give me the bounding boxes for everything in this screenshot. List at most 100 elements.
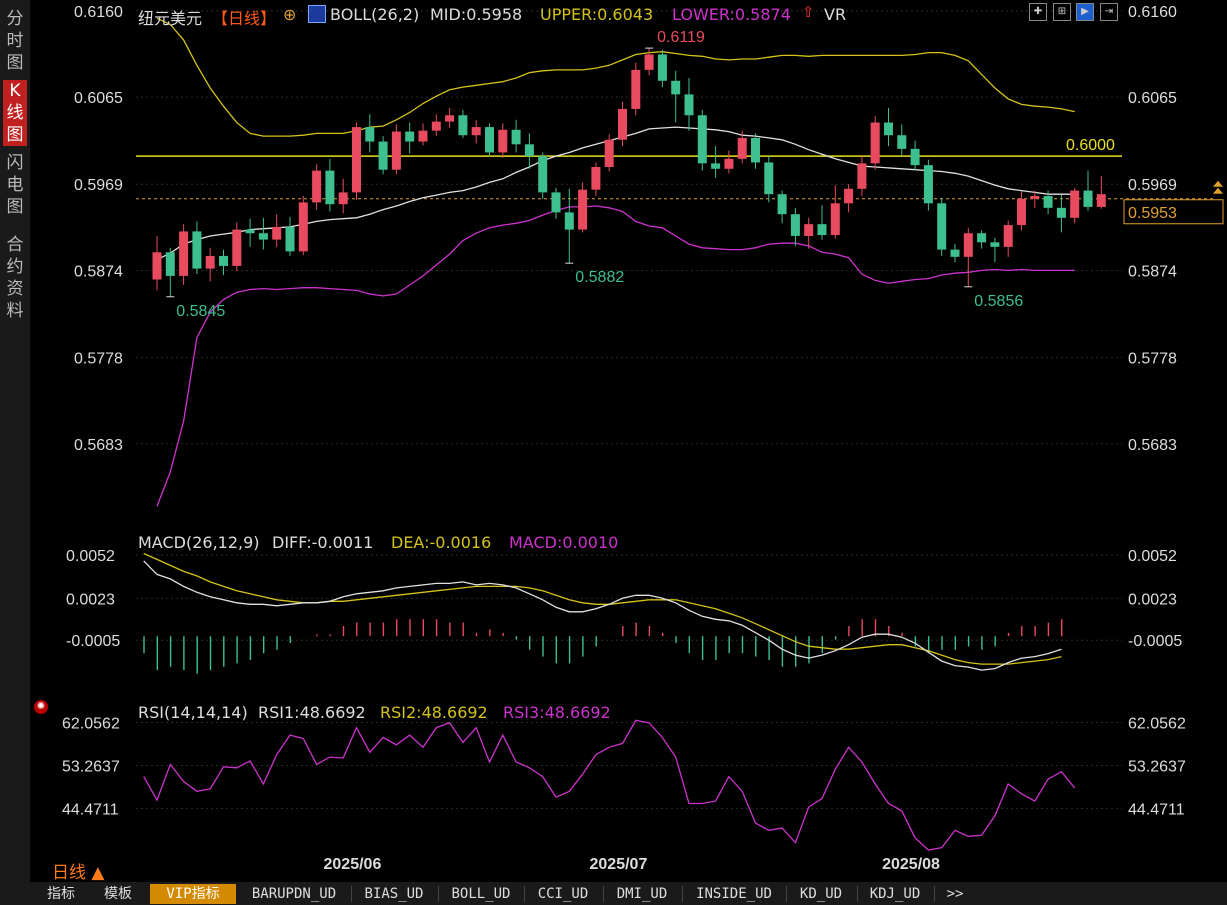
layout-icon[interactable]: ⊞ (1053, 3, 1071, 21)
rsi-tick-label-left: 53.2637 (62, 759, 120, 776)
tab-kdj-ud[interactable]: KDJ_UD (860, 884, 930, 904)
candle-body (498, 129, 508, 153)
candle-body (232, 229, 242, 266)
rsi-tick-label-right: 44.4711 (1128, 802, 1185, 819)
tab-separator (682, 886, 683, 902)
y-axis-tick-label-left: 0.5683 (74, 437, 123, 454)
candle-body (352, 127, 361, 193)
candle-body (671, 80, 681, 95)
candle-body (657, 54, 667, 81)
tab-more[interactable]: >> (940, 884, 970, 904)
y-axis-tick-label-left: 0.5778 (74, 351, 123, 368)
up-arrow-icon[interactable]: ⇧ (802, 3, 815, 21)
tab-inside-ud[interactable]: INSIDE_UD (685, 884, 783, 904)
tab-separator (603, 886, 604, 902)
candle-body (1096, 194, 1106, 207)
candle-body (538, 156, 548, 193)
candle-body (817, 224, 827, 236)
macd-dea-value: DEA:-0.0016 (391, 533, 492, 552)
candle-body (1056, 207, 1066, 218)
macd-tick-label-right: -0.0005 (1128, 633, 1182, 650)
candle-body (312, 170, 322, 203)
low-annotation: 0.5882 (575, 269, 624, 286)
candle-body (192, 231, 202, 269)
candle-body (1070, 190, 1080, 218)
candle-body (764, 162, 774, 195)
candle-body (790, 214, 800, 236)
high-annotation: 0.6119 (657, 29, 705, 46)
candle-body (338, 192, 348, 205)
candle-body (1003, 225, 1013, 247)
candle-body (524, 144, 534, 157)
candle-body (152, 252, 162, 280)
play-icon[interactable]: ▶ (1076, 3, 1094, 21)
rsi-tick-label-left: 44.4711 (62, 802, 119, 819)
candle-body (937, 203, 947, 250)
macd-histogram-value: MACD:0.0010 (509, 533, 619, 552)
tab-barupdn-ud[interactable]: BARUPDN_UD (240, 884, 348, 904)
x-axis-date-label: 2025/07 (590, 856, 648, 873)
tab-indicators[interactable]: 指标 (36, 884, 86, 904)
rsi-tick-label-right: 62.0562 (1128, 716, 1186, 733)
tab-kd-ud[interactable]: KD_UD (789, 884, 853, 904)
tab-separator (524, 886, 525, 902)
macd-tick-label-left: -0.0005 (66, 633, 120, 650)
y-axis-tick-label-right: 0.5778 (1128, 351, 1177, 368)
rsi1-value: RSI1:48.6692 (258, 703, 366, 722)
macd-diff-line (143, 560, 1062, 671)
candle-body (870, 122, 880, 164)
instrument-name: 纽元美元 (138, 9, 203, 28)
tab-vip-indicators[interactable]: VIP指标 (150, 884, 236, 904)
candle-body (272, 226, 282, 240)
candle-body (485, 127, 494, 153)
y-axis-tick-label-left: 0.5874 (74, 263, 123, 280)
candle-body (1017, 198, 1026, 226)
candle-body (631, 69, 641, 109)
tab-boll-ud[interactable]: BOLL_UD (441, 884, 521, 904)
chart-canvas[interactable]: 0.6160 0.6160 0.6065 0.6065 0.5969 0.5969 0.58… (0, 0, 1227, 882)
rsi-line (143, 719, 1076, 851)
x-axis-date-label: 2025/06 (324, 856, 382, 873)
tab-bias-ud[interactable]: BIAS_UD (354, 884, 434, 904)
boll-lower-value: LOWER:0.5874 (672, 5, 791, 24)
period-selector[interactable]: 日线 ▲ (52, 858, 104, 883)
candle-body (325, 170, 335, 205)
y-axis-tick-label-right: 0.5874 (1128, 263, 1177, 280)
tab-separator (786, 886, 787, 902)
add-indicator-icon[interactable]: ⊕ (283, 5, 296, 24)
candle-body (777, 194, 787, 215)
export-icon[interactable]: ⇥ (1100, 3, 1118, 21)
low-annotation: 0.5856 (974, 293, 1023, 310)
candle-body (910, 148, 920, 166)
candle-body (857, 163, 867, 189)
tab-cci-ud[interactable]: CCI_UD (527, 884, 599, 904)
period-label[interactable]: 【日线】 (212, 5, 276, 29)
macd-tick-label-left: 0.0052 (66, 548, 115, 565)
rsi2-value: RSI2:48.6692 (380, 703, 488, 722)
candle-body (737, 137, 747, 159)
macd-diff-value: DIFF:-0.0011 (272, 533, 374, 552)
price-marker-icon (1213, 180, 1223, 187)
candle-body (365, 127, 375, 142)
price-marker-icon (1213, 187, 1223, 194)
candle-body (618, 108, 627, 140)
candle-body (391, 131, 401, 170)
x-axis-date-label: 2025/08 (882, 856, 940, 873)
candle-body (697, 115, 707, 164)
candle-body (564, 212, 574, 230)
boll-lower-line (156, 205, 1075, 507)
crosshair-icon[interactable]: ✚ (1029, 3, 1047, 21)
rsi-title: RSI(14,14,14) (138, 703, 248, 722)
candle-body (431, 121, 441, 131)
macd-tick-label-right: 0.0023 (1128, 591, 1177, 608)
tab-dmi-ud[interactable]: DMI_UD (606, 884, 678, 904)
candle-body (604, 139, 614, 167)
candle-body (711, 163, 721, 169)
tab-templates[interactable]: 模板 (92, 884, 144, 904)
vr-indicator-label[interactable]: VR (824, 5, 846, 24)
boll-chart-icon[interactable] (308, 5, 326, 23)
candle-body (445, 115, 455, 122)
settings-sun-icon[interactable]: ✺ (34, 700, 48, 714)
rsi-tick-label-left: 62.0562 (62, 716, 120, 733)
candle-body (977, 233, 987, 243)
